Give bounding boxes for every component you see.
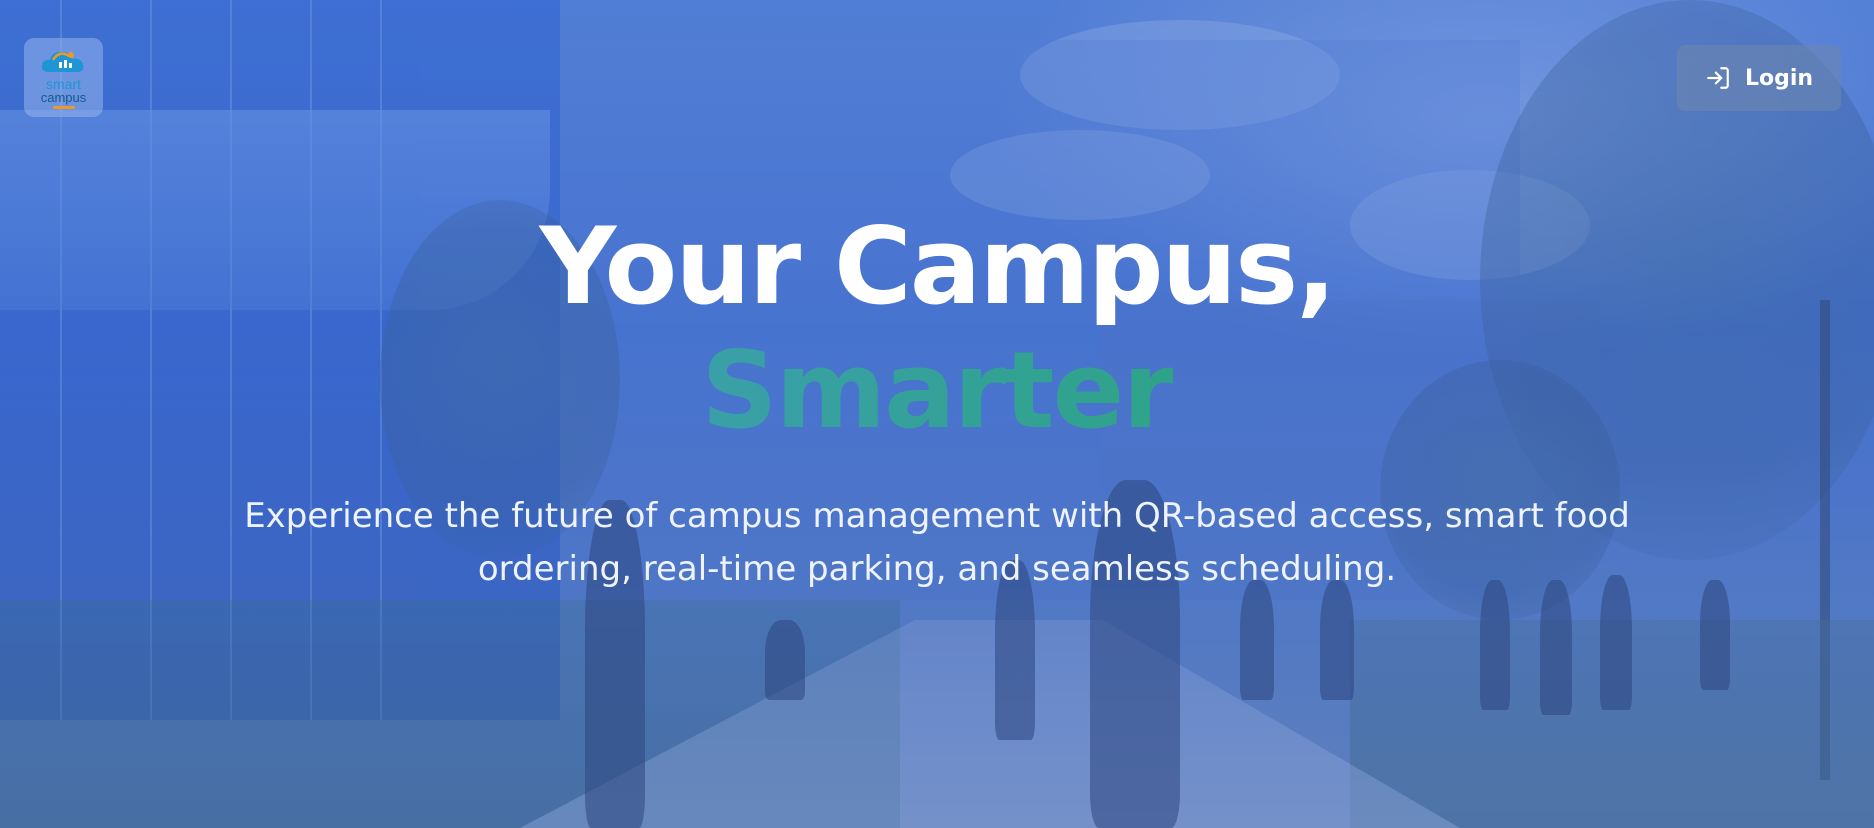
hero-accent-text: Smarter xyxy=(701,329,1174,452)
cloud-icon xyxy=(41,51,83,72)
hero-subtitle-line: Experience the future of campus manageme… xyxy=(244,496,1630,536)
hero-headline: Your Campus, xyxy=(539,205,1337,328)
logo-text: smart xyxy=(46,76,81,92)
login-icon xyxy=(1707,67,1729,89)
logo-text: campus xyxy=(40,90,87,105)
hero-subtitle-line: ordering, real-time parking, and seamles… xyxy=(477,549,1397,589)
hero-subtitle: Experience the future of campus manageme… xyxy=(200,490,1674,596)
logo-underline xyxy=(52,106,75,109)
login-label: Login xyxy=(1744,65,1814,91)
app-logo[interactable]: smart campus xyxy=(24,38,103,117)
login-button[interactable]: Login xyxy=(1677,45,1841,111)
hero-section: smart campus Login Your Campus, Smarter … xyxy=(0,0,1874,828)
hero-headline-accent: Smarter xyxy=(0,338,1874,444)
